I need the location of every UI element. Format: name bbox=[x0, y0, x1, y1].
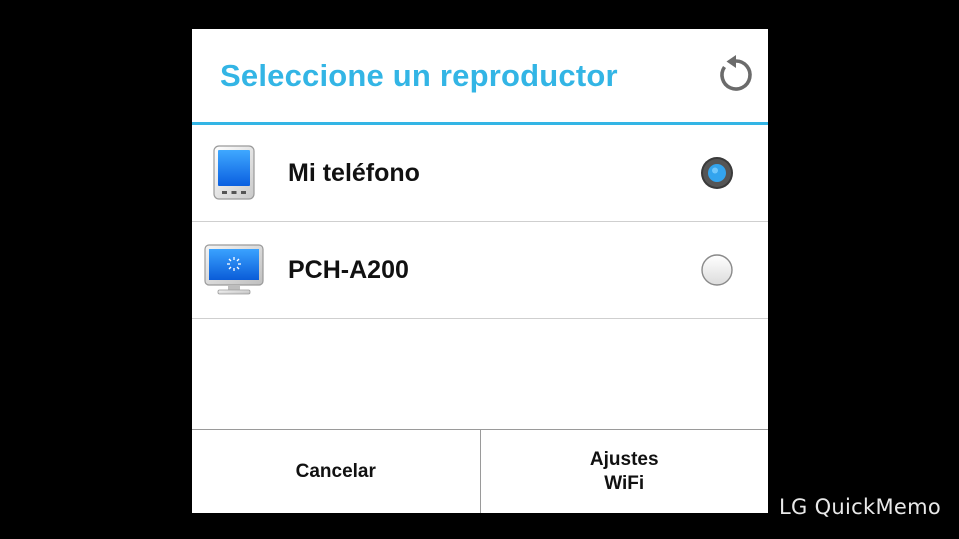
empty-list-area bbox=[192, 319, 768, 429]
dialog-title: Seleccione un reproductor bbox=[220, 57, 618, 93]
radio-unselected-icon[interactable] bbox=[700, 253, 734, 287]
wifi-settings-label-line1: Ajustes bbox=[589, 448, 659, 470]
device-row-phone[interactable]: Mi teléfono bbox=[192, 125, 768, 222]
device-name: PCH-A200 bbox=[288, 255, 409, 284]
wifi-settings-label: Ajustes WiFi bbox=[590, 448, 659, 496]
wifi-settings-label-line2: WiFi bbox=[604, 472, 645, 494]
device-list: Mi teléfono PCH-A200 bbox=[192, 125, 768, 319]
refresh-icon bbox=[720, 55, 752, 91]
monitor-icon bbox=[204, 242, 264, 298]
dialog-header: Seleccione un reproductor bbox=[192, 29, 768, 125]
quickmemo-watermark: LG QuickMemo bbox=[779, 495, 941, 519]
device-row-pch-a200[interactable]: PCH-A200 bbox=[192, 222, 768, 319]
screen: Seleccione un reproductor Mi teléfono PC… bbox=[0, 0, 959, 539]
refresh-button[interactable] bbox=[714, 53, 758, 97]
cancel-button-label: Cancelar bbox=[295, 460, 376, 482]
device-name: Mi teléfono bbox=[288, 158, 420, 187]
wifi-settings-button[interactable]: Ajustes WiFi bbox=[479, 430, 769, 513]
player-select-dialog: Seleccione un reproductor Mi teléfono PC… bbox=[192, 29, 768, 513]
cancel-button[interactable]: Cancelar bbox=[192, 430, 480, 513]
dialog-footer: Cancelar Ajustes WiFi bbox=[192, 429, 768, 513]
radio-selected-icon[interactable] bbox=[700, 156, 734, 190]
phone-icon bbox=[204, 145, 264, 201]
